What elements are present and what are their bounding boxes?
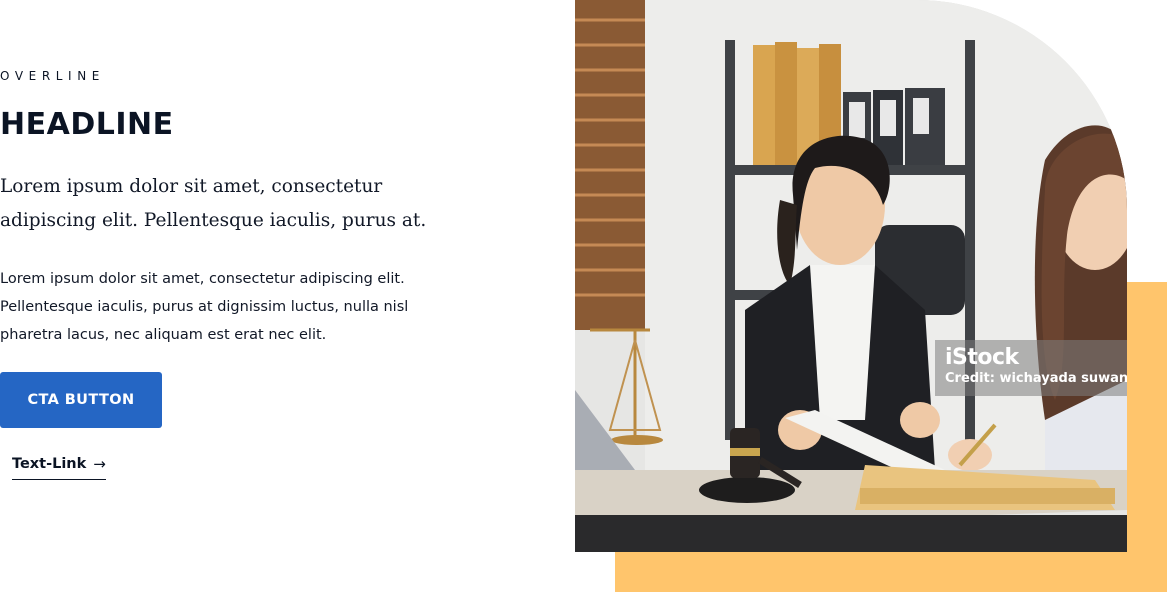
arrow-right-icon: →: [93, 455, 106, 473]
office-scene-illustration: [575, 0, 1127, 552]
hero-photo: iStock Credit: wichayada suwanachun: [575, 0, 1127, 552]
photo-credit: Credit: wichayada suwanachun: [945, 371, 1127, 386]
hero-text-column: OVERLINE HEADLINE Lorem ipsum dolor sit …: [0, 0, 560, 592]
body-paragraph: Lorem ipsum dolor sit amet, consectetur …: [0, 271, 409, 343]
text-link[interactable]: Text-Link →: [12, 455, 106, 480]
lead-paragraph: Lorem ipsum dolor sit amet, consectetur …: [0, 176, 427, 231]
istock-watermark: iStock Credit: wichayada suwanachun: [935, 340, 1127, 396]
istock-logo: iStock: [945, 345, 1019, 370]
overline: OVERLINE: [0, 69, 105, 83]
text-link-label: Text-Link: [12, 456, 87, 472]
headline: HEADLINE: [0, 107, 174, 142]
cta-button[interactable]: CTA BUTTON: [0, 372, 162, 428]
